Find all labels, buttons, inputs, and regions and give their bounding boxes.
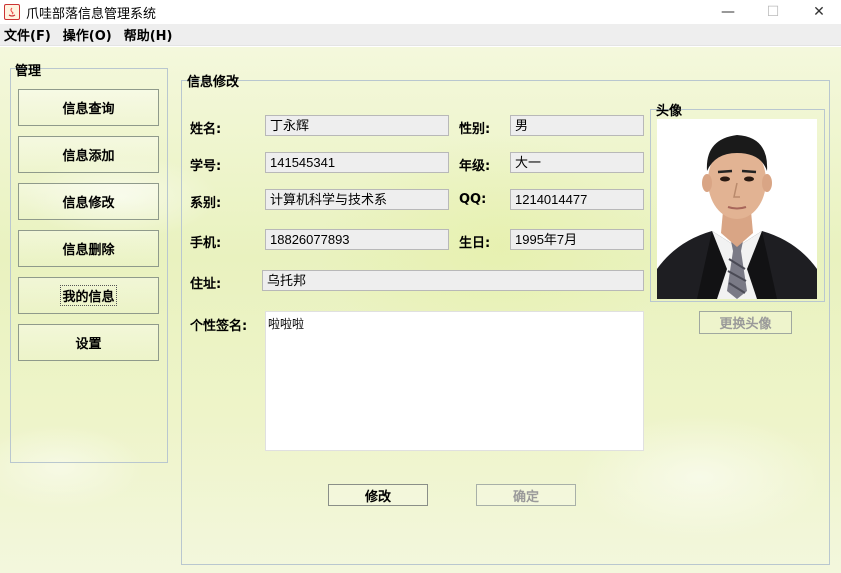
name-field[interactable]: 丁永辉 <box>265 115 449 136</box>
grade-field[interactable]: 大一 <box>510 152 644 173</box>
modify-button[interactable]: 修改 <box>328 484 428 506</box>
sidebar-item-settings[interactable]: 设置 <box>18 324 159 361</box>
sidebar-item-modify[interactable]: 信息修改 <box>18 183 159 220</box>
maximize-button[interactable]: ☐ <box>750 0 796 24</box>
avatar-photo <box>657 119 817 299</box>
sidebar-item-label: 信息查询 <box>62 102 115 117</box>
gender-label: 性别: <box>459 122 491 137</box>
student-id-label: 学号: <box>190 159 222 174</box>
name-label: 姓名: <box>190 122 222 137</box>
signature-textarea[interactable]: 啦啦啦 <box>265 311 644 451</box>
sidebar-item-label: 设置 <box>75 337 102 352</box>
sidebar-item-label: 我的信息 <box>60 285 117 306</box>
confirm-button[interactable]: 确定 <box>476 484 576 506</box>
student-id-field[interactable]: 141545341 <box>265 152 449 173</box>
qq-field[interactable]: 1214014477 <box>510 189 644 210</box>
menu-bar: 文件(F) 操作(O) 帮助(H) <box>0 24 841 46</box>
birthday-label: 生日: <box>459 236 491 251</box>
qq-label: QQ: <box>459 192 487 207</box>
close-button[interactable]: ✕ <box>796 0 841 24</box>
gender-field[interactable]: 男 <box>510 115 644 136</box>
grade-label: 年级: <box>459 159 491 174</box>
sidebar-item-label: 信息添加 <box>62 149 115 164</box>
birthday-field[interactable]: 1995年7月 <box>510 229 644 250</box>
signature-label: 个性签名: <box>190 319 248 334</box>
menu-help[interactable]: 帮助(H) <box>124 25 173 44</box>
phone-field[interactable]: 18826077893 <box>265 229 449 250</box>
address-field[interactable]: 乌托邦 <box>262 270 644 291</box>
java-app-icon <box>4 4 20 20</box>
department-label: 系别: <box>190 196 222 211</box>
menu-operate[interactable]: 操作(O) <box>63 25 112 44</box>
sidebar-item-query[interactable]: 信息查询 <box>18 89 159 126</box>
window-title: 爪哇部落信息管理系统 <box>26 6 157 22</box>
change-avatar-button[interactable]: 更换头像 <box>699 311 792 334</box>
sidebar-title: 管理 <box>15 64 42 79</box>
minimize-button[interactable]: — <box>705 0 751 24</box>
address-label: 住址: <box>190 277 222 292</box>
phone-label: 手机: <box>190 236 222 251</box>
department-field[interactable]: 计算机科学与技术系 <box>265 189 449 210</box>
sidebar-item-my-info[interactable]: 我的信息 <box>18 277 159 314</box>
form-title: 信息修改 <box>187 75 240 90</box>
sidebar-item-label: 信息删除 <box>62 243 115 258</box>
menu-file[interactable]: 文件(F) <box>4 25 51 44</box>
sidebar-item-label: 信息修改 <box>62 196 115 211</box>
sidebar-item-add[interactable]: 信息添加 <box>18 136 159 173</box>
sidebar-item-delete[interactable]: 信息删除 <box>18 230 159 267</box>
avatar-title: 头像 <box>656 104 683 119</box>
